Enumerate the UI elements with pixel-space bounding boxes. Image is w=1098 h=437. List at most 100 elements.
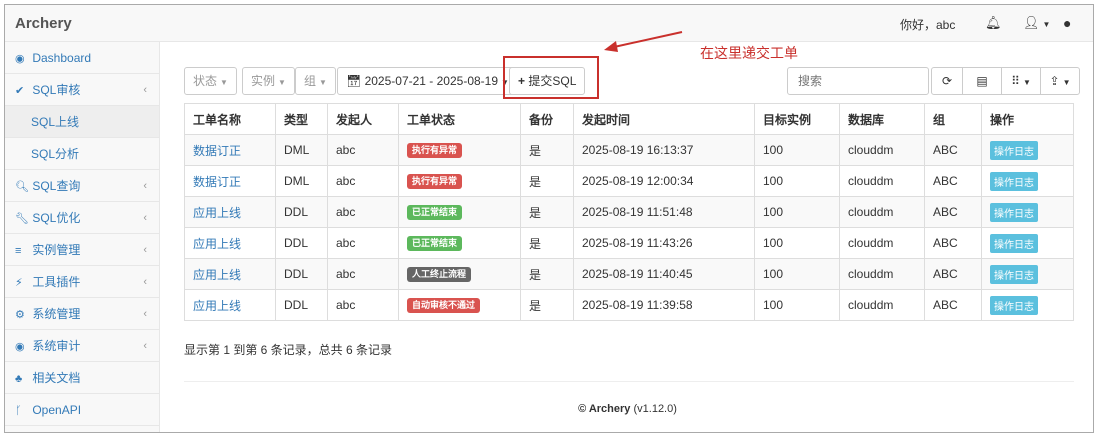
annotation-highlight-box (503, 56, 599, 99)
github-icon[interactable]: ● (1063, 15, 1071, 31)
date-range-picker[interactable]: 📅︎ 2025-07-21 - 2025-08-19 ▼ (337, 67, 518, 95)
workflow-table: 工单名称 类型 发起人 工单状态 备份 发起时间 目标实例 数据库组操作 数据订正 DML a… (184, 103, 1074, 321)
column-header[interactable]: 目标实例 (754, 103, 840, 135)
type-cell: DDL (275, 196, 328, 228)
sidebar-item-7[interactable]: ⚡︎ 工具插件 ‹ (5, 266, 159, 298)
brand-logo[interactable]: Archery (15, 15, 72, 32)
chevron-left-icon: ‹ (143, 340, 147, 352)
group-filter[interactable]: 组 ▼ (295, 67, 336, 95)
group-cell: ABC (924, 196, 982, 228)
time-cell: 2025-08-19 11:43:26 (573, 227, 755, 259)
plug-icon: ⚡︎ (15, 277, 23, 289)
column-header[interactable]: 发起时间 (573, 103, 755, 135)
operation-log-button[interactable]: 操作日志 (990, 233, 1038, 253)
footer: © Archery (v1.12.0) (578, 403, 677, 415)
user-cell: abc (327, 196, 399, 228)
database-icon: ≡ (15, 245, 22, 257)
sidebar-item-2[interactable]: SQL上线 (5, 106, 159, 138)
annotation-text: 在这里递交工单 (700, 45, 798, 61)
instance-filter[interactable]: 实例 ▼ (242, 67, 295, 95)
backup-cell: 是 (520, 258, 574, 290)
table-row: 数据订正 DML abc 执行有异常 是 2025-08-19 16:13:37… (184, 134, 1074, 166)
sidebar-item-4[interactable]: 🔍︎ SQL查询 ‹ (5, 170, 159, 202)
tachometer-icon: ◉ (15, 53, 25, 65)
code-fork-icon: ᚴ (15, 405, 22, 417)
sidebar: ◉ Dashboard ✔ SQL审核 ‹ SQL上线 SQL分析 🔍︎ SQL查询 ‹ 🔧︎… (5, 42, 160, 432)
column-header[interactable]: 工单名称 (184, 103, 276, 135)
workflow-link[interactable]: 应用上线 (193, 268, 241, 282)
column-header[interactable]: 备份 (520, 103, 574, 135)
instance-cell: 100 (754, 165, 840, 197)
sidebar-item-6[interactable]: ≡ 实例管理 ‹ (5, 234, 159, 266)
column-header[interactable]: 工单状态 (398, 103, 521, 135)
operation-log-button[interactable]: 操作日志 (990, 140, 1038, 160)
time-cell: 2025-08-19 16:13:37 (573, 134, 755, 166)
status-badge: 已正常结束 (407, 236, 463, 251)
column-header[interactable]: 类型 (275, 103, 328, 135)
workflow-link[interactable]: 数据订正 (193, 175, 241, 189)
sidebar-item-label: 系统审计 (32, 339, 81, 353)
sidebar-item-1[interactable]: ✔ SQL审核 ‹ (5, 74, 159, 106)
sidebar-item-8[interactable]: ⚙︎ 系统管理 ‹ (5, 298, 159, 330)
column-header[interactable]: 操作 (981, 103, 1074, 135)
export-icon[interactable]: ⇪ ▼ (1040, 67, 1080, 95)
instance-cell: 100 (754, 196, 840, 228)
instance-cell: 100 (754, 227, 840, 259)
sidebar-item-5[interactable]: 🔧︎ SQL优化 ‹ (5, 202, 159, 234)
workflow-link[interactable]: 应用上线 (193, 299, 241, 313)
database-cell: clouddm (839, 258, 925, 290)
sidebar-item-label: 相关文档 (32, 371, 81, 385)
toggle-view-icon[interactable]: ▤ (962, 67, 1002, 95)
table-row: 应用上线 DDL abc 自动审核不通过 是 2025-08-19 11:39:… (184, 289, 1074, 321)
operation-log-button[interactable]: 操作日志 (990, 264, 1038, 284)
backup-cell: 是 (520, 165, 574, 197)
operation-log-button[interactable]: 操作日志 (990, 202, 1038, 222)
workflow-link[interactable]: 数据订正 (193, 144, 241, 158)
time-cell: 2025-08-19 11:51:48 (573, 196, 755, 228)
workflow-link[interactable]: 应用上线 (193, 237, 241, 251)
sidebar-item-0[interactable]: ◉ Dashboard (5, 42, 159, 74)
type-cell: DML (275, 134, 328, 166)
sidebar-item-10[interactable]: ♣︎ 相关文档 (5, 362, 159, 394)
group-cell: ABC (924, 289, 982, 321)
sidebar-item-11[interactable]: ᚴ OpenAPI (5, 394, 159, 426)
backup-cell: 是 (520, 196, 574, 228)
sidebar-item-3[interactable]: SQL分析 (5, 138, 159, 170)
database-cell: clouddm (839, 227, 925, 259)
sidebar-item-label: 系统管理 (32, 307, 81, 321)
columns-icon[interactable]: ⠿ ▼ (1001, 67, 1041, 95)
refresh-icon[interactable]: ⟳ (931, 67, 963, 95)
table-row: 数据订正 DML abc 执行有异常 是 2025-08-19 12:00:34… (184, 165, 1074, 197)
sidebar-item-9[interactable]: ◉ 系统审计 ‹ (5, 330, 159, 362)
user-cell: abc (327, 289, 399, 321)
user-menu-icon[interactable]: 👤︎ ▼ (1023, 15, 1050, 31)
user-cell: abc (327, 258, 399, 290)
database-cell: clouddm (839, 289, 925, 321)
eye-icon: ◉ (15, 341, 25, 353)
sitemap-icon: ♣︎ (15, 373, 23, 385)
group-cell: ABC (924, 134, 982, 166)
instance-cell: 100 (754, 258, 840, 290)
column-header[interactable]: 发起人 (327, 103, 399, 135)
table-row: 应用上线 DDL abc 已正常结束 是 2025-08-19 11:43:26… (184, 227, 1074, 259)
time-cell: 2025-08-19 12:00:34 (573, 165, 755, 197)
calendar-icon: 📅︎ (346, 74, 365, 88)
check-icon: ✔ (15, 85, 25, 97)
annotation-arrow (604, 31, 683, 52)
greeting: 你好，abc (900, 18, 956, 32)
type-cell: DDL (275, 227, 328, 259)
sidebar-item-label: 工具插件 (32, 275, 81, 289)
workflow-link[interactable]: 应用上线 (193, 206, 241, 220)
top-navbar: Archery 你好，abc 🔔︎ 👤︎ ▼ ● (5, 5, 1093, 42)
sidebar-item-label: SQL分析 (31, 147, 80, 161)
chevron-left-icon: ‹ (143, 276, 147, 288)
column-header[interactable]: 数据库 (839, 103, 925, 135)
operation-log-button[interactable]: 操作日志 (990, 171, 1038, 191)
status-filter[interactable]: 状态 ▼ (184, 67, 237, 95)
column-header[interactable]: 组 (924, 103, 982, 135)
operation-log-button[interactable]: 操作日志 (990, 295, 1038, 315)
sidebar-item-label: SQL上线 (31, 115, 80, 129)
search-input[interactable] (787, 67, 929, 95)
time-cell: 2025-08-19 11:40:45 (573, 258, 755, 290)
bell-icon[interactable]: 🔔︎ (985, 15, 1002, 31)
